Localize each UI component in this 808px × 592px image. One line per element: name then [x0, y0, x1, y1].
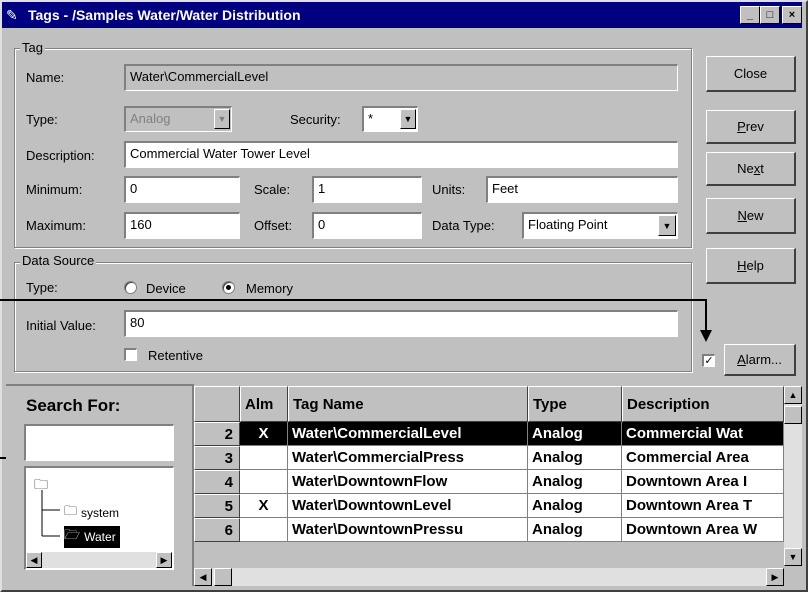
alm-cell[interactable]: X	[240, 494, 288, 518]
type-cell[interactable]: Analog	[528, 518, 622, 542]
scroll-up-icon[interactable]: ▲	[784, 386, 802, 404]
tag-name-cell[interactable]: Water\DowntownPressu	[288, 518, 528, 542]
scroll-thumb[interactable]	[784, 406, 802, 424]
scroll-right-icon[interactable]: ▶	[156, 552, 172, 568]
folder-open-icon: 🗁	[64, 527, 81, 542]
tree-item-water[interactable]: 🗁 Water	[64, 526, 120, 548]
grid-body: 2 X Water\CommercialLevel Analog Commercial …	[194, 422, 784, 566]
folder-icon: 🗀	[64, 503, 78, 518]
description-cell[interactable]: Commercial Area	[622, 446, 784, 470]
table-row[interactable]: 3 Water\CommercialPress Analog Commercial A…	[194, 446, 784, 470]
grid-header-tag-name[interactable]: Tag Name	[288, 386, 528, 422]
tree-item-label: Water	[84, 530, 116, 544]
scroll-down-icon[interactable]: ▼	[784, 548, 802, 566]
tag-name-cell[interactable]: Water\CommercialLevel	[288, 422, 528, 446]
type-cell[interactable]: Analog	[528, 422, 622, 446]
row-number[interactable]: 6	[194, 518, 240, 542]
tree-item-label: system	[81, 506, 120, 520]
search-input[interactable]	[24, 424, 174, 461]
table-row[interactable]: 4 Water\DowntownFlow Analog Downtown Area I	[194, 470, 784, 494]
table-row[interactable]: 2 X Water\CommercialLevel Analog Commercial …	[194, 422, 784, 446]
table-row[interactable]: 6 Water\DowntownPressu Analog Downtown Area…	[194, 518, 784, 542]
grid-header-description[interactable]: Description	[622, 386, 784, 422]
table-row[interactable]: 5 X Water\DowntownLevel Analog Downtown Area…	[194, 494, 784, 518]
tag-name-cell[interactable]: Water\DowntownLevel	[288, 494, 528, 518]
alm-cell[interactable]: X	[240, 422, 288, 446]
tag-name-cell[interactable]: Water\CommercialPress	[288, 446, 528, 470]
description-cell[interactable]: Downtown Area T	[622, 494, 784, 518]
tree-hscrollbar[interactable]	[26, 552, 172, 568]
description-cell[interactable]: Downtown Area W	[622, 518, 784, 542]
alm-cell[interactable]	[240, 446, 288, 470]
row-number[interactable]: 2	[194, 422, 240, 446]
tag-name-cell[interactable]: Water\DowntownFlow	[288, 470, 528, 494]
type-cell[interactable]: Analog	[528, 446, 622, 470]
row-number[interactable]: 4	[194, 470, 240, 494]
scroll-left-icon[interactable]: ◀	[194, 568, 212, 586]
description-cell[interactable]: Commercial Wat	[622, 422, 784, 446]
grid-header-type[interactable]: Type	[528, 386, 622, 422]
row-number[interactable]: 3	[194, 446, 240, 470]
type-cell[interactable]: Analog	[528, 494, 622, 518]
alm-cell[interactable]	[240, 470, 288, 494]
scroll-right-icon[interactable]: ▶	[766, 568, 784, 586]
grid-header-corner	[194, 386, 240, 422]
grid-hscrollbar[interactable]	[194, 568, 784, 586]
scroll-left-icon[interactable]: ◀	[26, 552, 42, 568]
description-cell[interactable]: Downtown Area I	[622, 470, 784, 494]
hscroll-thumb[interactable]	[214, 568, 232, 586]
type-cell[interactable]: Analog	[528, 470, 622, 494]
grid-header-alm[interactable]: Alm	[240, 386, 288, 422]
tree-item-system[interactable]: 🗀 system	[64, 502, 119, 524]
row-number[interactable]: 5	[194, 494, 240, 518]
alm-cell[interactable]	[240, 518, 288, 542]
search-label: Search For:	[26, 396, 121, 415]
